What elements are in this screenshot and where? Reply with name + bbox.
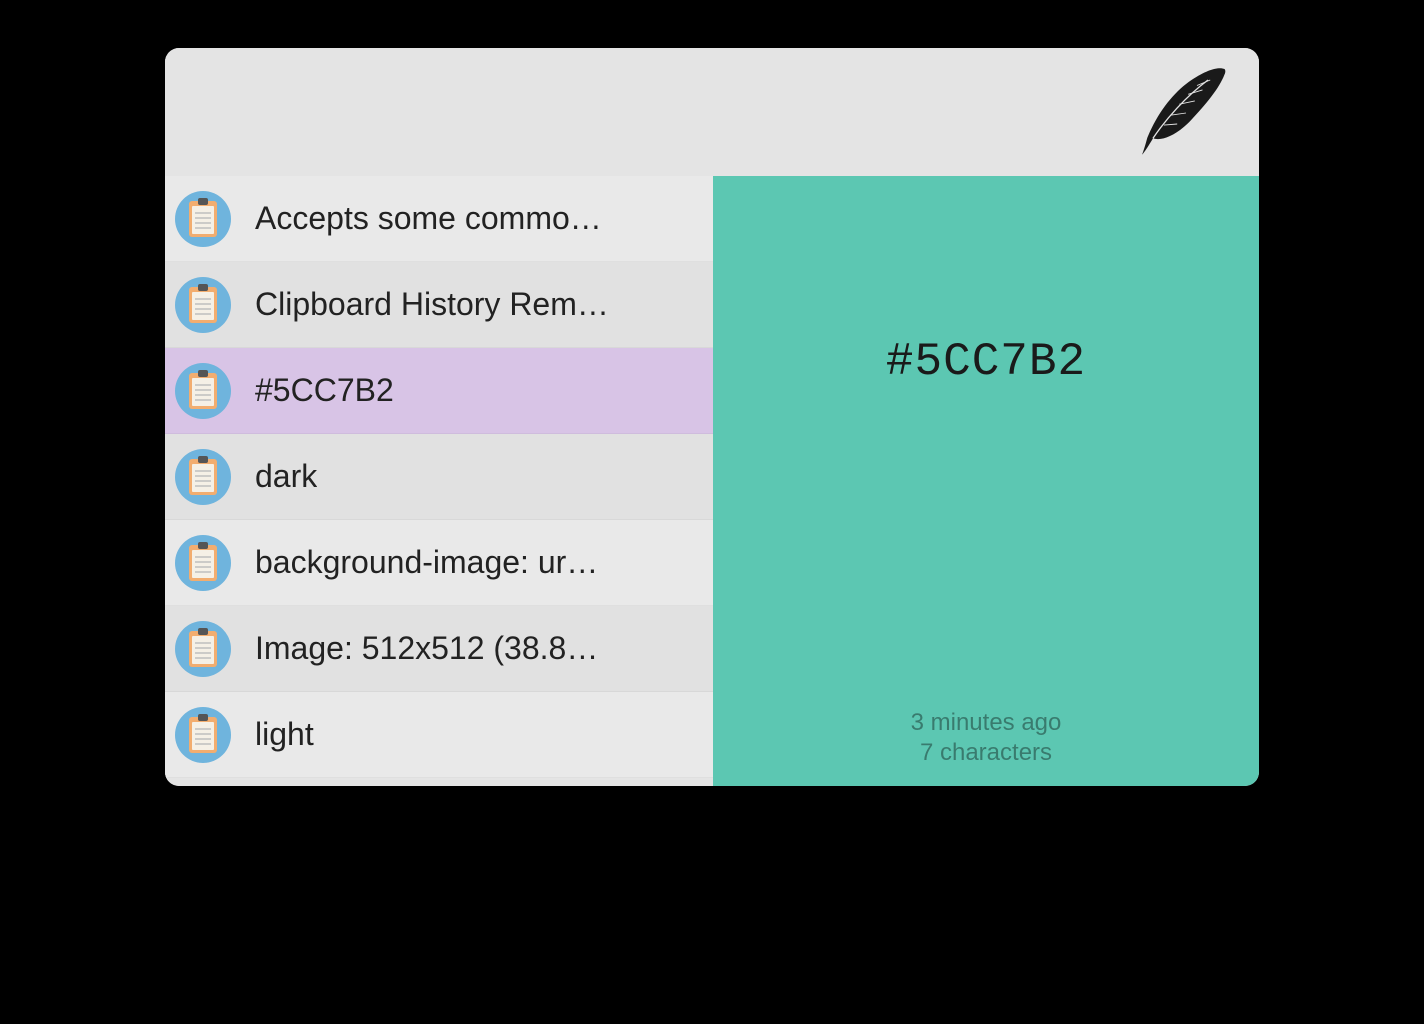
clipboard-list: Accepts some commo… Clipboard History Re… bbox=[165, 176, 713, 786]
header-bar bbox=[165, 48, 1259, 176]
preview-text: #5CC7B2 bbox=[886, 336, 1086, 388]
list-item[interactable]: dark bbox=[165, 434, 713, 520]
list-item[interactable]: light bbox=[165, 692, 713, 778]
clipboard-icon bbox=[175, 449, 231, 505]
preview-panel: #5CC7B2 3 minutes ago 7 characters bbox=[713, 176, 1259, 786]
clipboard-history-window: Accepts some commo… Clipboard History Re… bbox=[165, 48, 1259, 786]
list-item-label: background-image: ur… bbox=[255, 544, 598, 581]
list-item-label: Accepts some commo… bbox=[255, 200, 602, 237]
list-item-label: Image: 512x512 (38.8… bbox=[255, 630, 598, 667]
clipboard-icon bbox=[175, 621, 231, 677]
feather-icon bbox=[1131, 58, 1241, 168]
clipboard-icon bbox=[175, 535, 231, 591]
preview-content: #5CC7B2 bbox=[713, 176, 1259, 708]
list-item-label: dark bbox=[255, 458, 317, 495]
preview-meta: 3 minutes ago 7 characters bbox=[713, 708, 1259, 786]
content-area: Accepts some commo… Clipboard History Re… bbox=[165, 176, 1259, 786]
clipboard-icon bbox=[175, 707, 231, 763]
search-input-area[interactable] bbox=[165, 48, 1119, 128]
list-item-label: #5CC7B2 bbox=[255, 372, 394, 409]
clipboard-icon bbox=[175, 277, 231, 333]
list-item-label: Clipboard History Rem… bbox=[255, 286, 609, 323]
list-item[interactable]: Image: 512x512 (38.8… bbox=[165, 606, 713, 692]
clipboard-icon bbox=[175, 363, 231, 419]
list-item[interactable]: Clipboard History Rem… bbox=[165, 262, 713, 348]
list-item[interactable]: Accepts some commo… bbox=[165, 176, 713, 262]
preview-char-count: 7 characters bbox=[713, 738, 1259, 768]
list-item[interactable]: #5CC7B2 bbox=[165, 348, 713, 434]
list-item-label: light bbox=[255, 716, 314, 753]
preview-time-ago: 3 minutes ago bbox=[713, 708, 1259, 738]
clipboard-icon bbox=[175, 191, 231, 247]
list-item[interactable]: background-image: ur… bbox=[165, 520, 713, 606]
